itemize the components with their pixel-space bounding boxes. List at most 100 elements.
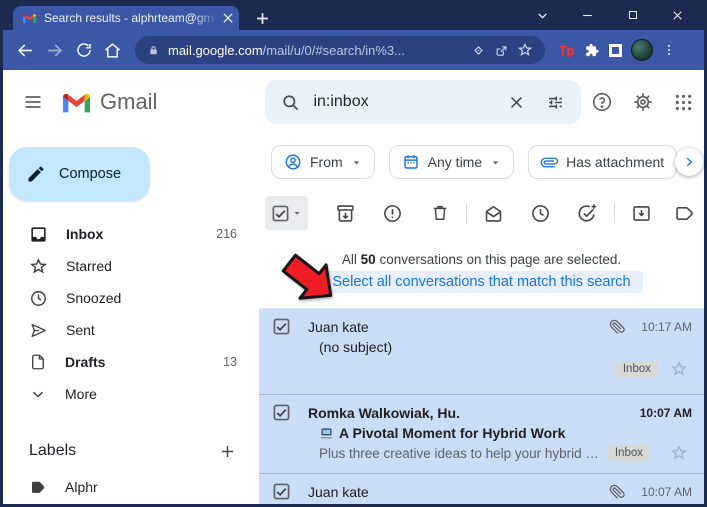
select-all-checkbox[interactable] — [265, 196, 309, 230]
extensions-area: Tp — [559, 39, 676, 61]
new-tab-button[interactable] — [251, 7, 273, 29]
archive-button[interactable] — [322, 196, 369, 230]
clock-icon — [29, 289, 48, 308]
select-all-matching-link[interactable]: Select all conversations that match this… — [320, 270, 643, 293]
url-text: mail.google.com/mail/u/0/#search/in%3... — [168, 42, 406, 58]
email-snippet: Plus three creative ideas to help your h… — [319, 445, 600, 461]
row-star-icon[interactable] — [670, 444, 688, 462]
search-filter-chips: From Any time Has attachment — [259, 134, 704, 190]
create-label-icon[interactable] — [218, 442, 237, 461]
selection-banner-text: All 50 conversations on this page are se… — [341, 251, 622, 267]
sidebar-item-drafts[interactable]: Drafts 13 — [3, 346, 259, 378]
send-icon — [29, 321, 48, 340]
drafts-count: 13 — [223, 355, 237, 369]
gmail-sidebar: Compose Inbox 216 Starred Snoozed Sent D… — [3, 134, 259, 504]
caret-down-icon — [351, 157, 362, 168]
gmail-m-icon — [62, 93, 91, 113]
tab-close-icon[interactable] — [223, 13, 233, 23]
report-spam-button[interactable] — [369, 196, 416, 230]
inbox-icon — [29, 225, 48, 244]
attachment-icon — [609, 319, 625, 335]
row-checkbox-checked[interactable] — [273, 483, 290, 500]
sidebar-item-starred[interactable]: Starred — [3, 250, 259, 282]
gmail-header: Gmail in:inbox — [3, 70, 704, 134]
laptop-emoji-icon — [319, 427, 334, 440]
reload-icon[interactable] — [69, 36, 98, 65]
caret-down-icon — [490, 157, 501, 168]
select-caret-icon — [294, 211, 300, 215]
file-icon — [29, 353, 47, 371]
minimize-button[interactable] — [565, 0, 610, 30]
extensions-puzzle-icon[interactable] — [583, 42, 600, 59]
row-checkbox-checked[interactable] — [273, 318, 290, 335]
reader-mode-icon[interactable] — [471, 43, 486, 58]
lock-icon — [147, 44, 160, 57]
snooze-button[interactable] — [517, 196, 564, 230]
clear-search-icon[interactable] — [508, 94, 525, 111]
label-tag-icon — [29, 478, 47, 496]
email-row[interactable]: Romka Walkowiak, Hu. 10:07 AM A Pivotal … — [259, 395, 704, 474]
filter-chip-has-attachment[interactable]: Has attachment — [528, 145, 678, 179]
sidebar-item-more[interactable]: More — [3, 378, 259, 410]
search-options-icon[interactable] — [546, 93, 565, 112]
delete-button[interactable] — [416, 196, 463, 230]
share-icon[interactable] — [494, 43, 509, 58]
email-time: 10:07 AM — [641, 484, 692, 499]
sidebar-item-inbox[interactable]: Inbox 216 — [3, 218, 259, 250]
chevron-down-icon — [29, 385, 47, 403]
browser-tab[interactable]: Search results - alphrteam@gmai — [13, 6, 239, 30]
filter-chip-from[interactable]: From — [271, 145, 375, 179]
email-time: 10:07 AM — [639, 405, 692, 420]
tab-title: Search results - alphrteam@gmai — [44, 11, 216, 25]
sidebar-item-snoozed[interactable]: Snoozed — [3, 282, 259, 314]
labels-button[interactable] — [665, 196, 704, 230]
gmail-favicon-icon — [22, 12, 37, 24]
row-star-icon[interactable] — [670, 360, 688, 378]
gmail-logo-text: Gmail — [100, 89, 158, 114]
tp-extension-icon[interactable]: Tp — [559, 43, 574, 58]
compose-button[interactable]: Compose — [9, 147, 150, 201]
browser-titlebar: Search results - alphrteam@gmai — [3, 0, 704, 30]
close-window-button[interactable] — [655, 0, 700, 30]
search-results-pane: From Any time Has attachment All 50 conv… — [259, 134, 704, 504]
email-sender: Juan kate — [308, 483, 369, 500]
help-icon[interactable] — [591, 91, 613, 113]
browser-menu-icon[interactable] — [662, 42, 676, 58]
home-icon[interactable] — [98, 36, 127, 65]
back-icon[interactable] — [11, 36, 40, 65]
compose-pencil-icon — [26, 164, 46, 184]
header-actions — [591, 91, 698, 113]
email-list: Juan kate 10:17 AM (no subject) Inbox Ro… — [259, 308, 704, 504]
move-to-button[interactable] — [618, 196, 665, 230]
email-subject: A Pivotal Moment for Hybrid Work — [319, 425, 692, 441]
mark-as-read-button[interactable] — [470, 196, 517, 230]
side-panel-icon[interactable] — [608, 43, 622, 57]
email-row[interactable]: Juan kate 10:17 AM (no subject) Inbox — [259, 309, 704, 395]
url-bar[interactable]: mail.google.com/mail/u/0/#search/in%3... — [135, 36, 545, 64]
forward-icon[interactable] — [40, 36, 69, 65]
search-value[interactable]: in:inbox — [313, 93, 495, 111]
email-sender: Romka Walkowiak, Hu. — [308, 404, 460, 421]
add-to-tasks-button[interactable] — [564, 196, 611, 230]
row-checkbox-checked[interactable] — [273, 404, 290, 421]
sidebar-label-alphr[interactable]: Alphr — [3, 471, 259, 503]
profile-avatar[interactable] — [630, 39, 653, 61]
search-input[interactable]: in:inbox — [265, 80, 582, 124]
list-toolbar — [259, 190, 704, 236]
maximize-button[interactable] — [610, 0, 655, 30]
more-filters-button[interactable] — [675, 148, 703, 176]
gmail-logo[interactable]: Gmail — [61, 89, 157, 115]
email-subject: (no subject) — [319, 339, 393, 355]
google-apps-grid-icon[interactable] — [673, 92, 694, 113]
settings-gear-icon[interactable] — [632, 91, 654, 113]
main-menu-icon[interactable] — [23, 92, 43, 112]
attachment-icon — [609, 484, 625, 500]
filter-chip-anytime[interactable]: Any time — [388, 145, 515, 179]
bookmark-star-icon[interactable] — [517, 42, 533, 58]
tab-search-icon[interactable] — [520, 0, 565, 30]
search-icon[interactable] — [281, 93, 300, 112]
email-row[interactable]: Juan kate 10:07 AM — [259, 474, 704, 504]
sidebar-item-sent[interactable]: Sent — [3, 314, 259, 346]
browser-navbar: mail.google.com/mail/u/0/#search/in%3...… — [3, 30, 704, 70]
browser-window: Search results - alphrteam@gmai mail.goo… — [0, 0, 707, 507]
